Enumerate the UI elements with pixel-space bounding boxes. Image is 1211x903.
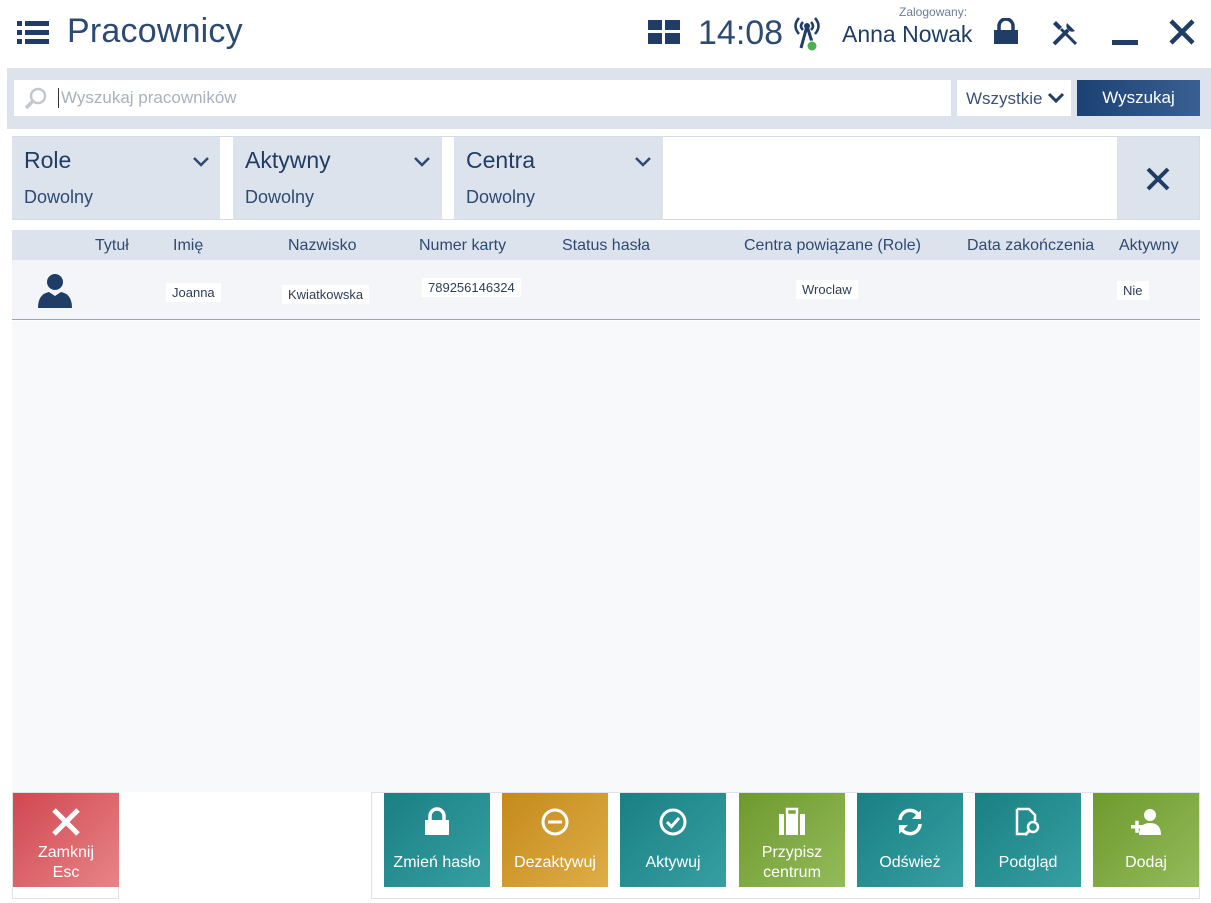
column-header-password-status[interactable]: Status hasła — [562, 237, 650, 255]
close-icon — [1146, 167, 1170, 191]
briefcase-icon — [779, 807, 805, 835]
add-button[interactable]: Dodaj — [1093, 793, 1199, 887]
column-header-card-number[interactable]: Numer karty — [419, 237, 506, 255]
filter-active[interactable]: Aktywny Dowolny — [233, 137, 442, 219]
close-shortcut: Esc — [52, 864, 80, 881]
change-password-label: Zmień hasło — [393, 854, 481, 871]
add-user-icon — [1131, 809, 1161, 835]
filter-value: Dowolny — [466, 187, 536, 207]
table-header: Tytuł Imię Nazwisko Numer karty Status h… — [12, 230, 1200, 260]
activate-label: Aktywuj — [645, 854, 701, 871]
change-password-button[interactable]: Zmień hasło — [384, 793, 490, 887]
add-label: Dodaj — [1125, 854, 1167, 871]
close-icon — [52, 808, 80, 836]
column-header-first-name[interactable]: Imię — [173, 237, 203, 255]
cell-active: Nie — [1117, 281, 1149, 300]
column-header-active[interactable]: Aktywny — [1119, 237, 1179, 255]
close-button[interactable]: Zamknij Esc — [13, 793, 119, 887]
filter-panel: Role Dowolny Aktywny Dowolny Centra Dowo… — [12, 136, 1200, 220]
column-header-title[interactable]: Tytuł — [95, 237, 129, 255]
chevron-down-icon — [1047, 92, 1065, 104]
filter-title: Role — [24, 147, 72, 173]
lock-icon[interactable] — [992, 18, 1020, 46]
filter-role[interactable]: Role Dowolny — [12, 137, 220, 219]
refresh-icon-wrap — [857, 807, 963, 837]
minus-circle-icon — [541, 808, 569, 836]
close-button-icon-wrap — [13, 807, 119, 837]
activate-button[interactable]: Aktywuj — [620, 793, 726, 887]
clock: 14:08 — [698, 14, 784, 52]
document-search-icon — [1015, 807, 1040, 837]
change-password-icon-wrap — [384, 807, 490, 837]
assign-center-icon-wrap — [739, 807, 845, 837]
search-icon — [24, 87, 47, 110]
tools-icon[interactable] — [1050, 18, 1080, 48]
search-bar: Wszystkie Wyszukaj — [7, 68, 1211, 129]
filter-value: Dowolny — [245, 187, 315, 207]
lock-icon — [425, 807, 449, 835]
deactivate-button[interactable]: Dezaktywuj — [502, 793, 608, 887]
title-bar: Pracownicy 14:08 Zalogowany: Anna Nowak — [0, 0, 1211, 68]
search-field[interactable] — [14, 80, 951, 116]
chevron-down-icon — [414, 157, 430, 167]
search-scope-select[interactable]: Wszystkie — [957, 80, 1071, 116]
refresh-button[interactable]: Odśwież — [857, 793, 963, 887]
filter-title: Aktywny — [245, 147, 331, 173]
chevron-down-icon — [193, 157, 209, 167]
list-menu-icon[interactable] — [17, 20, 49, 46]
user-name: Anna Nowak — [842, 21, 973, 47]
user-avatar-icon — [38, 274, 72, 308]
close-button-label: Zamknij Esc — [13, 843, 119, 883]
cell-last-name: Kwiatkowska — [282, 285, 370, 304]
check-circle-icon — [659, 808, 687, 836]
refresh-icon — [898, 808, 922, 836]
column-header-last-name[interactable]: Nazwisko — [288, 237, 356, 255]
cell-centers: Wroclaw — [796, 280, 858, 299]
chevron-down-icon — [635, 157, 651, 167]
filter-value: Dowolny — [24, 187, 94, 207]
preview-label: Podgląd — [998, 854, 1058, 871]
add-icon-wrap — [1093, 807, 1199, 837]
column-header-centers[interactable]: Centra powiązane (Role) — [744, 237, 921, 255]
search-scope-value: Wszystkie — [966, 89, 1043, 108]
assign-center-button[interactable]: Przypisz centrum — [739, 793, 845, 887]
cell-first-name: Joanna — [166, 283, 221, 302]
refresh-label: Odśwież — [879, 854, 941, 871]
preview-button[interactable]: Podgląd — [975, 793, 1081, 887]
preview-icon-wrap — [975, 807, 1081, 837]
minimize-icon[interactable] — [1111, 20, 1139, 48]
deactivate-icon-wrap — [502, 807, 608, 837]
assign-center-label: Przypisz centrum — [761, 844, 823, 881]
close-icon[interactable] — [1168, 18, 1196, 46]
tiles-icon[interactable] — [648, 20, 680, 44]
signal-icon — [794, 17, 820, 52]
activate-icon-wrap — [620, 807, 726, 837]
table-row[interactable]: Joanna Kwiatkowska 789256146324 Wroclaw … — [12, 260, 1200, 320]
filter-title: Centra — [466, 147, 536, 173]
clear-filters-button[interactable] — [1117, 137, 1199, 219]
search-input[interactable] — [58, 88, 938, 108]
filter-centers[interactable]: Centra Dowolny — [454, 137, 663, 219]
search-button[interactable]: Wyszukaj — [1077, 80, 1200, 116]
page-title: Pracownicy — [67, 12, 243, 50]
deactivate-label: Dezaktywuj — [514, 854, 596, 871]
close-label: Zamknij — [37, 844, 94, 861]
cell-card-number: 789256146324 — [422, 278, 521, 297]
table-empty-area — [12, 321, 1200, 792]
column-header-end-date[interactable]: Data zakończenia — [967, 237, 1094, 255]
login-label: Zalogowany: — [899, 5, 968, 19]
